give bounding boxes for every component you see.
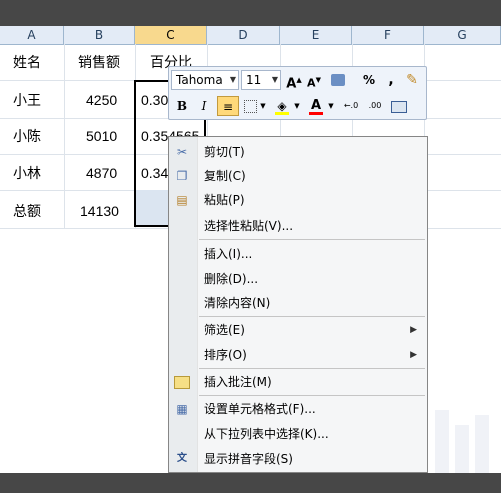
column-header-e[interactable]: E — [280, 26, 352, 44]
column-header-g[interactable]: G — [424, 26, 501, 44]
menu-item-sort[interactable]: 排序(O) ▶ — [169, 343, 427, 367]
merge-cells-icon — [391, 101, 407, 113]
menu-item-pick-from-list[interactable]: 从下拉列表中选择(K)... — [169, 422, 427, 446]
border-button[interactable] — [243, 96, 257, 116]
font-color-swatch — [309, 112, 323, 115]
bottom-dark-bar — [0, 473, 501, 493]
comment-icon — [174, 374, 190, 390]
menu-item-insert[interactable]: 插入(I)... — [169, 242, 427, 266]
accounting-format-button[interactable] — [327, 70, 349, 90]
menu-item-label: 排序(O) — [204, 348, 247, 362]
column-header-a[interactable]: A — [0, 26, 64, 44]
cell-b3[interactable]: 5010 — [86, 126, 117, 146]
fill-color-swatch — [275, 112, 289, 115]
cell-a2[interactable]: 小王 — [13, 90, 41, 110]
menu-item-filter[interactable]: 筛选(E) ▶ — [169, 318, 427, 342]
menu-item-insert-comment[interactable]: 插入批注(M) — [169, 370, 427, 394]
watermark-shape — [475, 415, 489, 473]
submenu-arrow-icon: ▶ — [410, 350, 417, 360]
font-color-letter: A — [310, 98, 322, 113]
menu-separator — [199, 316, 425, 317]
menu-item-label: 插入批注(M) — [204, 375, 272, 389]
accounting-icon — [331, 74, 345, 86]
shrink-font-button[interactable]: A▼ — [305, 70, 323, 90]
menu-item-paste-special[interactable]: 选择性粘贴(V)... — [169, 214, 427, 238]
font-name-value: Tahoma — [176, 73, 223, 87]
font-color-button[interactable]: A — [307, 96, 325, 116]
menu-item-delete[interactable]: 删除(D)... — [169, 267, 427, 291]
column-header-b[interactable]: B — [64, 26, 135, 44]
chevron-down-icon[interactable]: ▼ — [293, 96, 301, 116]
chevron-down-icon: ▼ — [271, 75, 278, 84]
menu-item-label: 选择性粘贴(V)... — [204, 219, 294, 233]
menu-item-paste[interactable]: ▤ 粘贴(P) — [169, 188, 427, 212]
percent-style-button[interactable]: % — [361, 70, 377, 90]
menu-item-label: 剪切(T) — [204, 145, 245, 159]
cell-b5[interactable]: 14130 — [80, 201, 119, 221]
cell-a1[interactable]: 姓名 — [13, 52, 41, 72]
menu-item-show-phonetic[interactable]: 文 显示拼音字段(S) — [169, 447, 427, 471]
column-header-row: A B C D E F G — [0, 26, 501, 45]
copy-icon: ❐ — [176, 169, 188, 183]
menu-item-clear-contents[interactable]: 清除内容(N) — [169, 291, 427, 315]
phonetic-icon: 文 — [177, 453, 187, 464]
cell-b2[interactable]: 4250 — [86, 90, 117, 110]
cell-a4[interactable]: 小林 — [13, 163, 41, 183]
menu-item-label: 显示拼音字段(S) — [204, 452, 293, 466]
menu-item-label: 设置单元格格式(F)... — [204, 402, 316, 416]
paint-bucket-icon: ◈ — [277, 99, 287, 113]
scissors-icon: ✂ — [176, 145, 188, 159]
cell-b1[interactable]: 销售额 — [78, 52, 120, 72]
increase-decimal-button[interactable]: ←.0 — [341, 96, 361, 116]
column-header-f[interactable]: F — [352, 26, 424, 44]
column-header-d[interactable]: D — [207, 26, 280, 44]
cell-b4[interactable]: 4870 — [86, 163, 117, 183]
context-menu: ✂ 剪切(T) ❐ 复制(C) ▤ 粘贴(P) 选择性粘贴(V)... 插入(I… — [168, 136, 428, 473]
column-header-c[interactable]: C — [135, 26, 207, 44]
bold-button[interactable]: B — [173, 96, 191, 116]
gridline — [64, 44, 65, 229]
font-size-combo[interactable]: 11 ▼ — [241, 70, 281, 90]
submenu-arrow-icon: ▶ — [410, 325, 417, 335]
merge-center-button[interactable] — [389, 96, 409, 116]
format-cells-icon: ▦ — [176, 402, 188, 416]
menu-item-cut[interactable]: ✂ 剪切(T) — [169, 140, 427, 164]
menu-separator — [199, 368, 425, 369]
menu-item-label: 插入(I)... — [204, 247, 253, 261]
font-size-value: 11 — [246, 73, 262, 87]
border-icon — [243, 100, 257, 113]
menu-item-copy[interactable]: ❐ 复制(C) — [169, 164, 427, 188]
format-painter-icon[interactable]: ✎ — [403, 70, 421, 90]
align-center-icon: ≡ — [222, 100, 234, 114]
paste-icon: ▤ — [176, 193, 188, 207]
fill-color-button[interactable]: ◈ — [273, 96, 291, 116]
menu-item-label: 删除(D)... — [204, 272, 259, 286]
menu-item-label: 粘贴(P) — [204, 193, 245, 207]
chevron-down-icon[interactable]: ▼ — [327, 96, 335, 116]
font-name-combo[interactable]: Tahoma ▼ — [171, 70, 239, 90]
watermark-shape — [435, 410, 449, 473]
menu-item-label: 清除内容(N) — [204, 296, 271, 310]
cell-a5[interactable]: 总额 — [13, 201, 41, 221]
chevron-down-icon[interactable]: ▼ — [259, 96, 267, 116]
menu-item-label: 复制(C) — [204, 169, 246, 183]
menu-separator — [199, 239, 425, 240]
menu-item-label: 筛选(E) — [204, 323, 245, 337]
menu-item-label: 从下拉列表中选择(K)... — [204, 427, 329, 441]
menu-separator — [199, 395, 425, 396]
decrease-decimal-button[interactable]: .00 — [365, 96, 385, 116]
cell-a3[interactable]: 小陈 — [13, 126, 41, 146]
watermark-shape — [455, 425, 469, 473]
align-center-button[interactable]: ≡ — [217, 96, 239, 116]
top-dark-bar — [0, 0, 501, 26]
chevron-down-icon: ▼ — [229, 75, 236, 84]
italic-button[interactable]: I — [195, 96, 213, 116]
comma-style-button[interactable]: , — [385, 70, 397, 90]
mini-format-toolbar: Tahoma ▼ 11 ▼ A▲ A▼ % , ✎ B I ≡ ▼ ◈ ▼ A … — [168, 66, 427, 120]
menu-item-format-cells[interactable]: ▦ 设置单元格格式(F)... — [169, 397, 427, 421]
grow-font-button[interactable]: A▲ — [285, 70, 303, 91]
